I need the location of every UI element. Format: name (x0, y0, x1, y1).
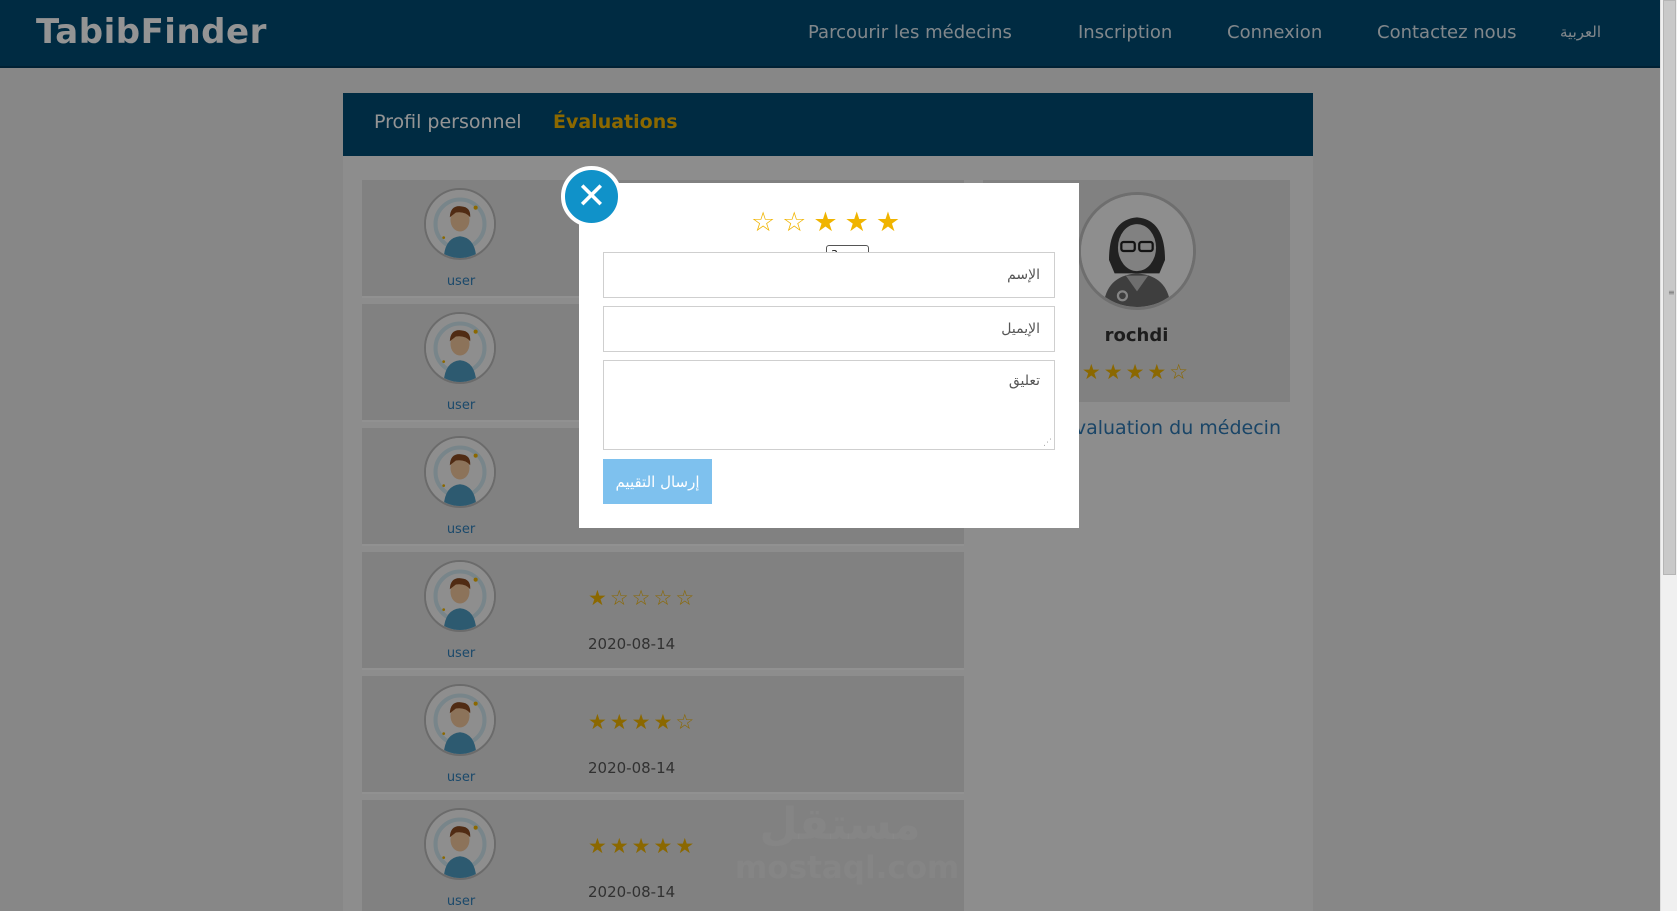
close-icon: ✕ (576, 176, 607, 217)
textarea-resize-icon[interactable]: ⋰ (1043, 438, 1052, 448)
rating-modal: ☆☆★★★ 3 نجوم ⋰ إرسال التقييم (579, 183, 1079, 528)
page-scrollbar[interactable]: ≡ (1660, 0, 1677, 911)
rating-star-picker[interactable]: ☆☆★★★ (579, 207, 1079, 238)
scrollbar-thumb[interactable]: ≡ (1663, 0, 1676, 575)
star-empty-icon[interactable]: ☆ (782, 207, 813, 238)
star-filled-icon[interactable]: ★ (813, 207, 844, 238)
name-field[interactable] (603, 252, 1055, 298)
star-filled-icon[interactable]: ★ (845, 207, 876, 238)
star-empty-icon[interactable]: ☆ (751, 207, 782, 238)
close-modal-button[interactable]: ✕ (561, 166, 622, 227)
submit-rating-button[interactable]: إرسال التقييم (603, 459, 712, 504)
comment-field[interactable] (603, 360, 1055, 450)
scrollbar-grip-icon: ≡ (1668, 288, 1675, 297)
email-field[interactable] (603, 306, 1055, 352)
star-filled-icon[interactable]: ★ (876, 207, 907, 238)
